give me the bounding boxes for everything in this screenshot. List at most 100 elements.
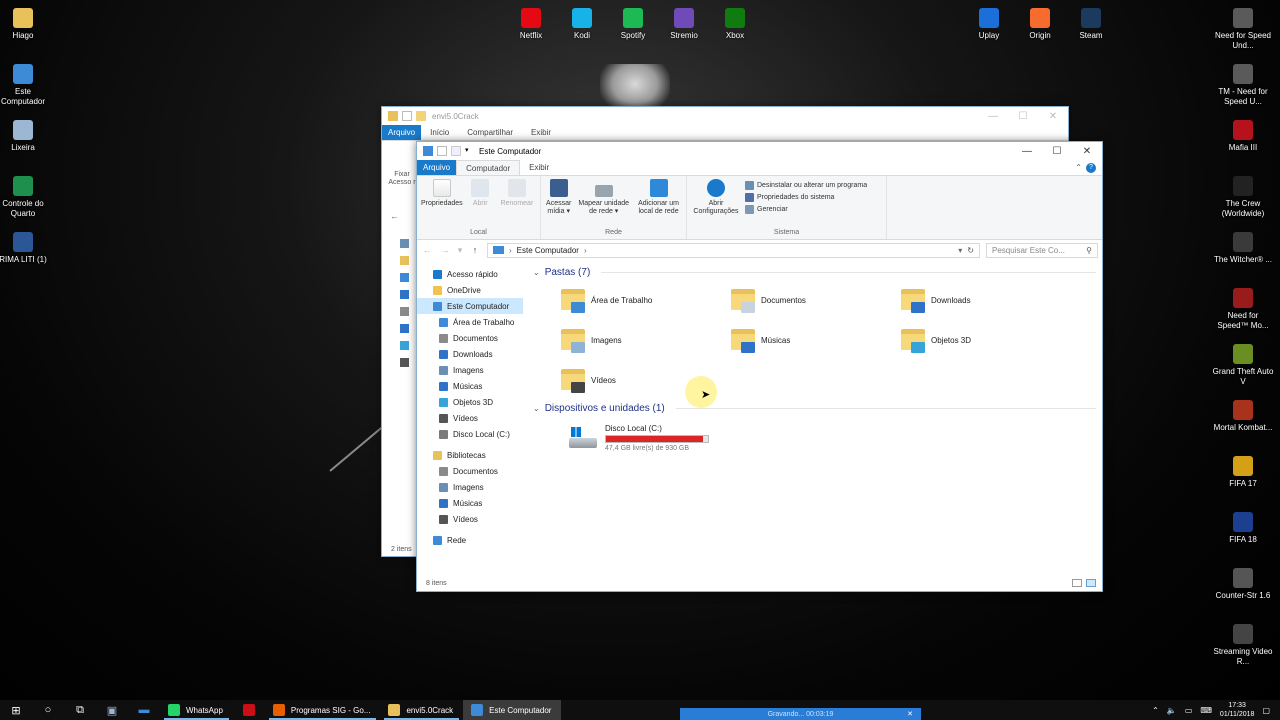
pinned-explorer-icon[interactable]: ▬: [128, 700, 160, 720]
nav-item[interactable]: Vídeos: [417, 511, 523, 527]
tab-exibir[interactable]: Exibir: [520, 160, 558, 175]
close-button[interactable]: ✕: [1038, 107, 1068, 125]
maximize-button[interactable]: ☐: [1042, 142, 1072, 160]
manage-command[interactable]: Gerenciar: [745, 205, 867, 214]
help-icon[interactable]: ?: [1086, 163, 1096, 173]
ribbon-expand-icon[interactable]: ⌃: [1075, 163, 1082, 172]
nav-item[interactable]: Downloads: [417, 346, 523, 362]
tab-compartilhar[interactable]: Compartilhar: [458, 125, 522, 140]
pinned-app-icon[interactable]: ▣: [96, 700, 128, 720]
chevron-up-icon[interactable]: ⌃: [1152, 706, 1159, 715]
keyboard-icon[interactable]: ⌨: [1200, 706, 1212, 715]
folder-item[interactable]: Objetos 3D: [901, 320, 1071, 360]
taskbar-app[interactable]: [233, 700, 265, 720]
recent-locations-icon[interactable]: ▾: [457, 245, 463, 256]
folder-item[interactable]: Documentos: [731, 280, 901, 320]
nav-item[interactable]: OneDrive: [417, 282, 523, 298]
desktop-icon[interactable]: The Witcher® ...: [1212, 232, 1274, 265]
large-icons-view-icon[interactable]: [1086, 579, 1096, 587]
nav-item[interactable]: Acesso rápido: [417, 266, 523, 282]
clock[interactable]: 17:33 01/11/2018: [1220, 701, 1255, 719]
nav-item[interactable]: Vídeos: [417, 410, 523, 426]
folder-item[interactable]: Downloads: [901, 280, 1071, 320]
desktop-icon[interactable]: Lixeira: [0, 120, 54, 153]
taskbar-app[interactable]: envi5.0Crack: [380, 700, 463, 720]
desktop-icon[interactable]: Counter-Str 1.6: [1212, 568, 1274, 601]
maximize-button[interactable]: ☐: [1008, 107, 1038, 125]
rename-button[interactable]: Renomear: [498, 179, 536, 227]
close-button[interactable]: ✕: [1072, 142, 1102, 160]
map-network-drive-button[interactable]: Mapear unidade de rede ▾: [576, 179, 631, 227]
volume-icon[interactable]: 🔈: [1167, 706, 1177, 715]
properties-icon[interactable]: [437, 146, 447, 156]
title-bar[interactable]: ▾ Este Computador — ☐ ✕: [417, 142, 1102, 160]
desktop-icon[interactable]: Mafia III: [1212, 120, 1274, 153]
tab-computador[interactable]: Computador: [456, 160, 521, 175]
desktop-icon[interactable]: Need for Speed™ Mo...: [1212, 288, 1274, 331]
refresh-icon[interactable]: ↻: [967, 246, 974, 255]
network-icon[interactable]: ▭: [1185, 706, 1193, 715]
access-media-button[interactable]: Acessar mídia ▾: [545, 179, 572, 227]
nav-item[interactable]: Objetos 3D: [417, 394, 523, 410]
desktop-icon[interactable]: Controle do Quarto: [0, 176, 54, 219]
desktop-icon[interactable]: Steam: [1060, 8, 1122, 41]
taskbar-app[interactable]: Este Computador: [463, 700, 562, 720]
open-button[interactable]: Abrir: [467, 179, 494, 227]
new-folder-icon[interactable]: [451, 146, 461, 156]
taskbar-app[interactable]: Programas SIG - Go...: [265, 700, 381, 720]
folders-section-header[interactable]: ⌄ Pastas (7): [533, 264, 1096, 280]
desktop-icon[interactable]: Streaming Video R...: [1212, 624, 1274, 667]
search-icon[interactable]: ○: [32, 700, 64, 720]
properties-icon[interactable]: [402, 111, 412, 121]
desktop-icon[interactable]: Este Computador: [0, 64, 54, 107]
address-bar[interactable]: › Este Computador › ▾ ↻: [487, 242, 980, 258]
breadcrumb-separator[interactable]: ›: [509, 246, 512, 255]
tab-arquivo[interactable]: Arquivo: [417, 160, 457, 175]
desktop-icon[interactable]: Hiago: [0, 8, 54, 41]
desktop-icon[interactable]: The Crew (Worldwide): [1212, 176, 1274, 219]
taskbar-app[interactable]: WhatsApp: [160, 700, 233, 720]
customize-qat-icon[interactable]: ▾: [465, 146, 473, 156]
task-view-icon[interactable]: ⧉: [64, 700, 96, 720]
folder-item[interactable]: Imagens: [561, 320, 731, 360]
devices-section-header[interactable]: ⌄ Dispositivos e unidades (1): [533, 400, 1096, 416]
nav-item[interactable]: Imagens: [417, 362, 523, 378]
folder-item[interactable]: Área de Trabalho: [561, 280, 731, 320]
search-input[interactable]: Pesquisar Este Co... ⚲: [986, 242, 1098, 258]
notifications-icon[interactable]: ▢: [1262, 706, 1270, 715]
desktop-icon[interactable]: Grand Theft Auto V: [1212, 344, 1274, 387]
properties-button[interactable]: Propriedades: [421, 179, 463, 227]
add-network-location-button[interactable]: Adicionar um local de rede: [635, 179, 682, 227]
nav-item[interactable]: Músicas: [417, 378, 523, 394]
start-button[interactable]: ⊞: [0, 700, 32, 720]
back-title-bar[interactable]: envi5.0Crack — ☐ ✕: [382, 107, 1068, 125]
nav-item[interactable]: Documentos: [417, 463, 523, 479]
nav-item[interactable]: Documentos: [417, 330, 523, 346]
address-dropdown-icon[interactable]: ▾: [958, 246, 962, 255]
minimize-button[interactable]: —: [978, 107, 1008, 125]
explorer-window[interactable]: ▾ Este Computador — ☐ ✕ Arquivo Computad…: [416, 141, 1103, 592]
forward-arrow-icon[interactable]: →: [439, 245, 451, 255]
desktop-icon[interactable]: TM - Need for Speed U...: [1212, 64, 1274, 107]
nav-item[interactable]: Disco Local (C:): [417, 426, 523, 442]
close-icon[interactable]: ✕: [907, 710, 913, 718]
folder-item[interactable]: Músicas: [731, 320, 901, 360]
desktop-icon[interactable]: Xbox: [704, 8, 766, 41]
open-settings-button[interactable]: Abrir Configurações: [691, 179, 741, 227]
tab-arquivo[interactable]: Arquivo: [382, 125, 422, 140]
up-arrow-icon[interactable]: ↑: [469, 245, 481, 255]
drive-item[interactable]: Disco Local (C:) 47,4 GB livre(s) de 930…: [533, 416, 1096, 460]
desktop-icon[interactable]: FIFA 17: [1212, 456, 1274, 489]
system-properties-command[interactable]: Propriedades do sistema: [745, 193, 867, 202]
nav-item[interactable]: Bibliotecas: [417, 447, 523, 463]
back-nav-arrow[interactable]: ←: [390, 211, 399, 221]
nav-item[interactable]: Este Computador: [417, 298, 523, 314]
uninstall-program-command[interactable]: Desinstalar ou alterar um programa: [745, 181, 867, 190]
breadcrumb-separator[interactable]: ›: [584, 246, 587, 255]
back-arrow-icon[interactable]: ←: [421, 245, 433, 255]
desktop-icon[interactable]: RIMA LITI (1): [0, 232, 54, 265]
nav-item[interactable]: Área de Trabalho: [417, 314, 523, 330]
tab-exibir[interactable]: Exibir: [522, 125, 560, 140]
new-folder-icon[interactable]: [416, 111, 426, 121]
desktop-icon[interactable]: Need for Speed Und...: [1212, 8, 1274, 51]
